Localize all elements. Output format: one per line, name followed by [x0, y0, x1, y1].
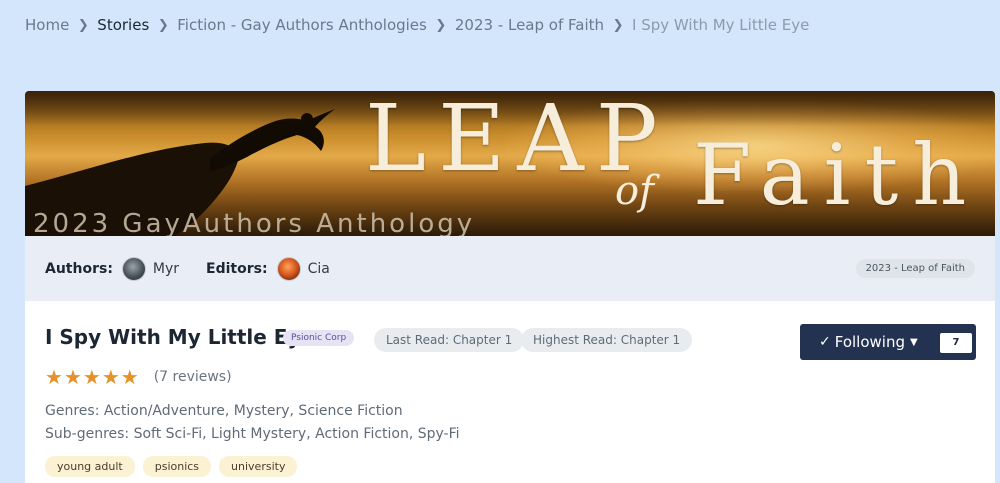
banner-title-faith: Faith [693, 126, 981, 224]
follow-label: Following [834, 333, 905, 351]
story-title[interactable]: I Spy With My Little Eye [45, 325, 314, 349]
tag-university[interactable]: university [219, 456, 298, 477]
author-name[interactable]: Myr [153, 261, 179, 277]
anthology-tag[interactable]: 2023 - Leap of Faith [855, 259, 975, 278]
editor-name[interactable]: Cia [308, 261, 330, 277]
breadcrumb-home[interactable]: Home [25, 16, 69, 34]
genres-block: Genres: Action/Adventure, Mystery, Scien… [45, 400, 460, 446]
follow-button[interactable]: ✓ Following ▼ 7 [800, 324, 976, 360]
reviews-link[interactable]: (7 reviews) [154, 369, 232, 385]
series-badge[interactable]: Psionic Corp [283, 330, 355, 346]
highest-read-pill[interactable]: Highest Read: Chapter 1 [521, 328, 693, 352]
star-icon: ★ [63, 365, 82, 389]
chevron-right-icon: ❯ [612, 17, 624, 33]
authors-label: Authors: [45, 260, 113, 277]
breadcrumb-stories[interactable]: Stories [97, 16, 149, 34]
follower-count: 7 [940, 333, 972, 353]
caret-down-icon: ▼ [909, 336, 918, 348]
chevron-right-icon: ❯ [157, 17, 169, 33]
tag-young-adult[interactable]: young adult [45, 456, 135, 477]
genres-text: Genres: Action/Adventure, Mystery, Scien… [45, 403, 403, 419]
breadcrumb-category[interactable]: Fiction - Gay Authors Anthologies [177, 16, 427, 34]
editors-label: Editors: [206, 260, 268, 277]
banner-subtitle: 2023 GayAuthors Anthology [33, 209, 476, 236]
author-avatar[interactable] [121, 256, 146, 281]
star-rating: ★★★★★ (7 reviews) [45, 365, 232, 389]
last-read-pill[interactable]: Last Read: Chapter 1 [374, 328, 525, 352]
anthology-banner: LEAP of Faith 2023 GayAuthors Anthology [25, 91, 995, 236]
breadcrumb-anthology[interactable]: 2023 - Leap of Faith [455, 16, 604, 34]
story-card: LEAP of Faith 2023 GayAuthors Anthology … [25, 91, 995, 483]
breadcrumb-current: I Spy With My Little Eye [632, 16, 810, 34]
star-icon: ★ [82, 365, 101, 389]
tag-list: young adult psionics university [45, 456, 305, 477]
star-icon: ★ [45, 365, 63, 389]
banner-title-of: of [615, 168, 654, 214]
rating-stars: ★★★★★ [45, 365, 140, 389]
breadcrumb: Home ❯ Stories ❯ Fiction - Gay Authors A… [25, 15, 809, 35]
tag-psionics[interactable]: psionics [142, 456, 212, 477]
editor-avatar[interactable] [276, 256, 301, 281]
authors-bar: Authors: Myr Editors: Cia 2023 - Leap of… [25, 236, 995, 301]
star-icon: ★ [101, 365, 120, 389]
chevron-right-icon: ❯ [435, 17, 447, 33]
chevron-right-icon: ❯ [77, 17, 89, 33]
star-icon: ★ [120, 365, 139, 389]
subgenres-text: Sub-genres: Soft Sci-Fi, Light Mystery, … [45, 426, 460, 442]
check-icon: ✓ [819, 334, 831, 350]
story-details: I Spy With My Little Eye Psionic Corp La… [25, 301, 995, 483]
